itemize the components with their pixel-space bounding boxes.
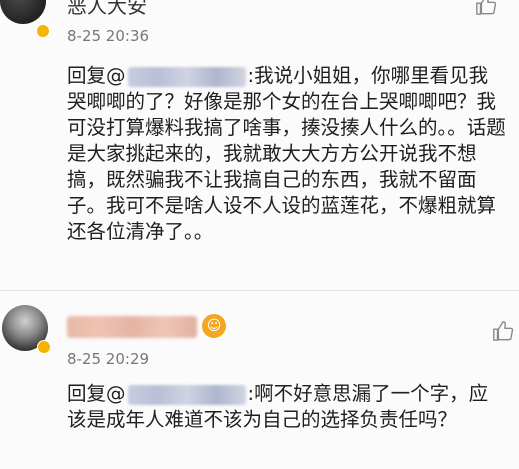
thumbs-up-icon[interactable] bbox=[492, 320, 514, 342]
redacted-username[interactable] bbox=[67, 316, 197, 338]
emoji-badge-icon: ☺ bbox=[202, 314, 226, 338]
reply-body: :我说小姐姐，你哪里看见我哭唧唧的了？好像是那个女的在台上哭唧唧吧？我可没打算爆… bbox=[67, 64, 506, 243]
verified-badge-icon bbox=[36, 24, 50, 38]
comment-timestamp: 8-25 20:36 bbox=[67, 27, 150, 45]
comment-timestamp: 8-25 20:29 bbox=[67, 350, 150, 368]
comment-username[interactable]: 恶人大安 bbox=[67, 0, 147, 19]
redacted-mention[interactable] bbox=[127, 66, 246, 87]
comment-reply-text: 回复@:啊不好意思漏了一个字，应该是成年人难道不该为自己的选择负责任吗？ bbox=[67, 381, 507, 433]
thumbs-up-icon[interactable] bbox=[475, 0, 497, 16]
divider bbox=[0, 290, 519, 291]
comment-reply-text: 回复@:我说小姐姐，你哪里看见我哭唧唧的了？好像是那个女的在台上哭唧唧吧？我可没… bbox=[67, 63, 507, 245]
verified-badge-icon bbox=[37, 340, 51, 354]
redacted-mention[interactable] bbox=[127, 384, 246, 405]
reply-prefix: 回复@ bbox=[67, 382, 126, 405]
reply-prefix: 回复@ bbox=[67, 64, 126, 87]
avatar[interactable] bbox=[0, 0, 46, 24]
